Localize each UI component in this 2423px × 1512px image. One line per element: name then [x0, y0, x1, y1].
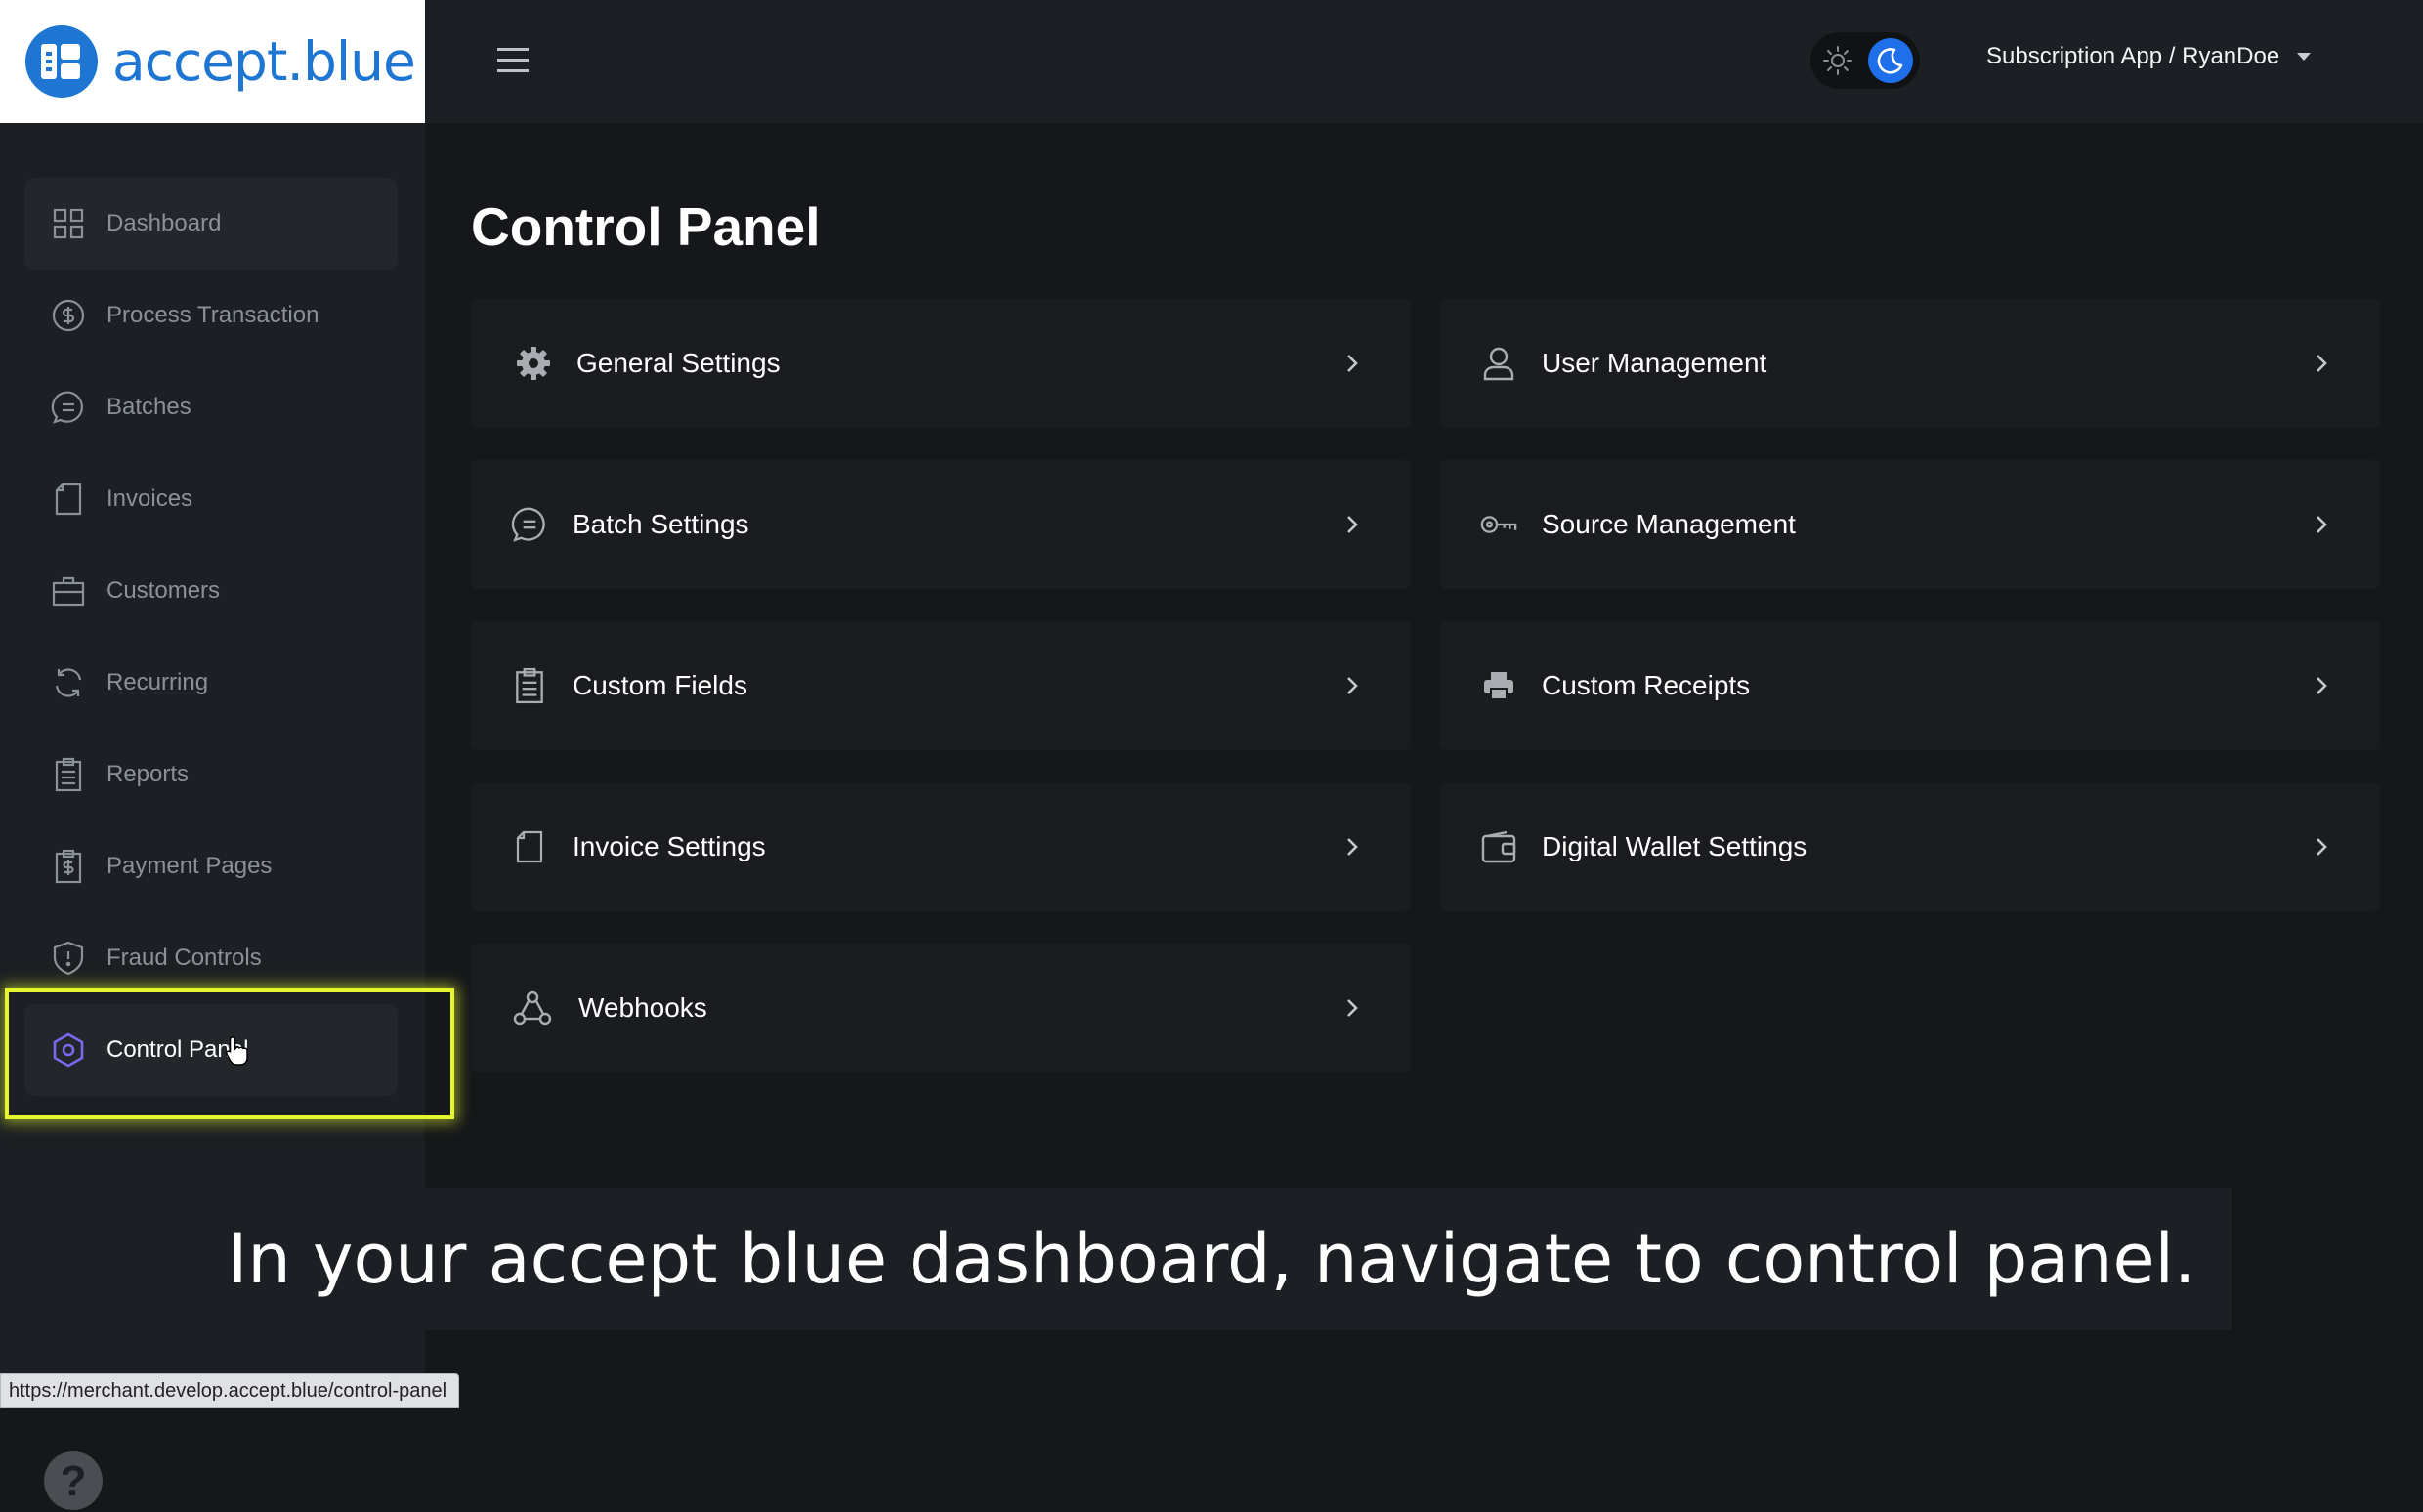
- brand-logo[interactable]: accept.blue: [0, 0, 425, 123]
- chevron-right-icon: [2317, 838, 2327, 856]
- account-label: Subscription App / RyanDoe: [1986, 43, 2280, 69]
- dollar-circle-icon: [50, 297, 87, 334]
- card-label: Webhooks: [578, 992, 707, 1023]
- sidebar-item-process-transaction[interactable]: Process Transaction: [24, 270, 398, 361]
- theme-toggle[interactable]: [1810, 32, 1920, 89]
- dollar-doc-icon: [50, 848, 87, 885]
- digital-wallet-settings-card[interactable]: Digital Wallet Settings: [1440, 782, 2380, 911]
- webhook-icon: [510, 988, 555, 1028]
- chevron-right-icon: [1347, 838, 1358, 856]
- card-label: Digital Wallet Settings: [1542, 831, 1807, 861]
- accept-blue-logo-icon: [25, 25, 98, 98]
- chevron-right-icon: [1347, 516, 1358, 533]
- invoice-settings-card[interactable]: Invoice Settings: [471, 782, 1411, 911]
- chevron-right-icon: [1347, 999, 1358, 1017]
- webhooks-card[interactable]: Webhooks: [471, 944, 1411, 1072]
- sidebar-item-reports[interactable]: Reports: [24, 729, 398, 820]
- sidebar-item-label: Batches: [106, 394, 191, 420]
- card-label: Custom Fields: [573, 670, 747, 700]
- page-title: Control Panel: [471, 196, 821, 257]
- sidebar-item-label: Process Transaction: [106, 302, 319, 328]
- top-bar: Subscription App / RyanDoe: [425, 0, 2423, 123]
- key-icon: [1479, 505, 1518, 544]
- sidebar-item-batches[interactable]: Batches: [24, 361, 398, 453]
- briefcase-icon: [50, 572, 87, 609]
- sidebar-item-label: Customers: [106, 577, 221, 604]
- sidebar-item-label: Dashboard: [106, 210, 222, 236]
- batch-icon: [50, 389, 87, 426]
- hamburger-icon[interactable]: [495, 43, 531, 78]
- sidebar-item-recurring[interactable]: Recurring: [24, 637, 398, 729]
- custom-fields-card[interactable]: Custom Fields: [471, 621, 1411, 750]
- user-icon: [1479, 344, 1518, 383]
- card-label: Invoice Settings: [573, 831, 766, 861]
- sidebar-item-label: Fraud Controls: [106, 945, 262, 971]
- invoice-icon: [510, 827, 549, 866]
- shield-icon: [50, 940, 87, 977]
- card-label: Custom Receipts: [1542, 670, 1751, 700]
- account-menu[interactable]: Subscription App / RyanDoe: [1986, 43, 2312, 70]
- chevron-right-icon: [2317, 516, 2327, 533]
- clipboard-icon: [510, 666, 549, 705]
- card-label: Source Management: [1542, 509, 1796, 539]
- chevron-right-icon: [1347, 355, 1358, 372]
- hand-cursor-icon: [226, 1036, 248, 1066]
- sidebar-item-customers[interactable]: Customers: [24, 545, 398, 637]
- refresh-icon: [50, 664, 87, 701]
- status-bar-url: https://merchant.develop.accept.blue/con…: [0, 1373, 460, 1408]
- sidebar-item-label: Reports: [106, 761, 190, 787]
- dark-mode-button[interactable]: [1868, 38, 1913, 83]
- sidebar-item-label: Recurring: [106, 669, 209, 695]
- chevron-right-icon: [2317, 355, 2327, 372]
- sun-icon[interactable]: [1822, 45, 1853, 76]
- sidebar-item-dashboard[interactable]: Dashboard: [24, 178, 398, 270]
- sidebar-item-label: Invoices: [106, 485, 193, 512]
- wallet-icon: [1479, 827, 1518, 866]
- batch-icon: [510, 505, 549, 544]
- logo-text: accept.blue: [112, 30, 416, 93]
- batch-settings-card[interactable]: Batch Settings: [471, 460, 1411, 589]
- help-button[interactable]: ?: [44, 1451, 103, 1510]
- sidebar-item-payment-pages[interactable]: Payment Pages: [24, 820, 398, 912]
- video-caption: In your accept blue dashboard, navigate …: [191, 1188, 2232, 1330]
- general-settings-card[interactable]: General Settings: [471, 299, 1411, 428]
- card-label: Batch Settings: [573, 509, 749, 539]
- user-management-card[interactable]: User Management: [1440, 299, 2380, 428]
- gear-icon: [514, 344, 553, 383]
- card-label: User Management: [1542, 348, 1767, 378]
- card-label: General Settings: [576, 348, 781, 378]
- source-management-card[interactable]: Source Management: [1440, 460, 2380, 589]
- chevron-right-icon: [2317, 677, 2327, 694]
- chevron-right-icon: [1347, 677, 1358, 694]
- sidebar-item-label: Payment Pages: [106, 853, 273, 879]
- moon-icon: [1877, 48, 1903, 74]
- grid-icon: [50, 205, 87, 242]
- chevron-down-icon: [2297, 53, 2312, 61]
- printer-icon: [1479, 666, 1518, 705]
- clipboard-icon: [50, 756, 87, 793]
- invoice-icon: [50, 481, 87, 518]
- custom-receipts-card[interactable]: Custom Receipts: [1440, 621, 2380, 750]
- sidebar-item-invoices[interactable]: Invoices: [24, 453, 398, 545]
